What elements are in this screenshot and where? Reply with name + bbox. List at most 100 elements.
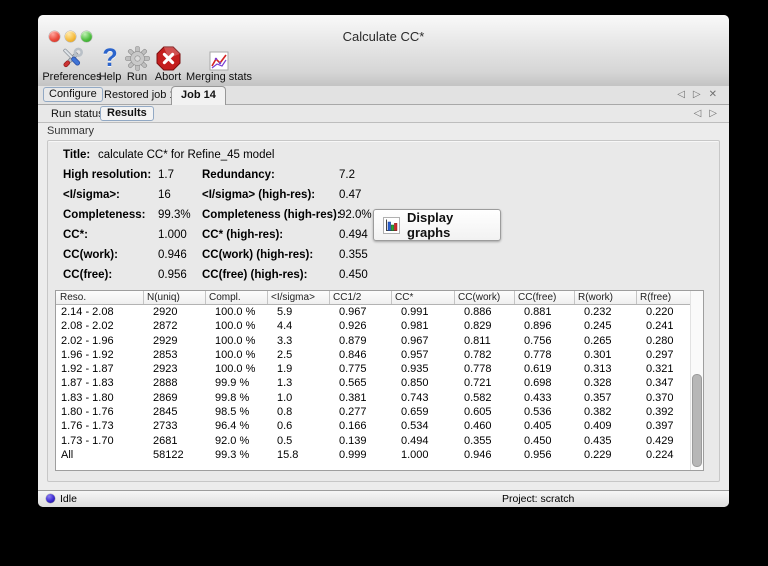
table-cell: 2845: [153, 406, 178, 419]
status-led-icon: [46, 494, 55, 503]
toolbar-item-merging-stats[interactable]: Merging stats: [184, 44, 254, 83]
table-cell: 2923: [153, 363, 178, 376]
tab-run-status[interactable]: Run status: [47, 108, 108, 121]
stat-label: CC(free):: [63, 269, 113, 281]
table-cell: 0.328: [584, 377, 612, 390]
table-cell: 0.382: [584, 406, 612, 419]
table-cell: 15.8: [277, 448, 299, 461]
subtab-scroll-right-icon[interactable]: ▷: [709, 108, 717, 120]
table-cell: 3.3: [277, 334, 293, 347]
table-cell: 0.297: [646, 348, 674, 361]
summary-stat-row: <I/sigma>: 16 <I/sigma> (high-res): 0.47: [48, 185, 719, 205]
table-cell: 1.83 - 1.80: [61, 391, 114, 404]
table-row[interactable]: 1.96 - 1.92 2853 100.0 % 2.5 0.846 0.957 0.782…: [56, 348, 691, 362]
tab-job-14[interactable]: Job 14: [171, 86, 226, 105]
column-header[interactable]: Reso.: [56, 291, 143, 304]
table-cell: 0.967: [401, 334, 429, 347]
table-cell: 0.370: [646, 391, 674, 404]
table-row[interactable]: 1.83 - 1.80 2869 99.8 % 1.0 0.381 0.743 0.582 0…: [56, 391, 691, 405]
column-header[interactable]: <I/sigma>: [267, 291, 329, 304]
column-header[interactable]: CC(free): [514, 291, 574, 304]
table-row[interactable]: All 58122 99.3 % 15.8 0.999 1.000 0.946 0.956 0.…: [56, 448, 691, 462]
subtab-nav-controls: ◁ ▷: [694, 108, 717, 120]
tab-close-icon[interactable]: ✕: [709, 89, 717, 101]
display-graphs-button[interactable]: Display graphs: [373, 209, 501, 241]
table-cell: 96.4 %: [215, 420, 250, 433]
table-row[interactable]: 1.80 - 1.76 2845 98.5 % 0.8 0.277 0.659 0.605 0…: [56, 405, 691, 419]
table-cell: 0.357: [584, 391, 612, 404]
table-cell: 1.87 - 1.83: [61, 377, 114, 390]
stat-label: Completeness:: [63, 209, 146, 221]
tab-configure[interactable]: Configure: [43, 87, 103, 102]
table-cell: 0.991: [401, 306, 429, 318]
table-cell: 0.536: [524, 406, 552, 419]
table-row[interactable]: 1.87 - 1.83 2888 99.9 % 1.3 0.565 0.850 0.721 0…: [56, 376, 691, 390]
column-header[interactable]: CC1/2: [329, 291, 391, 304]
table-cell: 0.698: [524, 377, 552, 390]
table-scrollbar[interactable]: [690, 291, 703, 470]
stat-value-high-res: 0.355: [339, 249, 368, 261]
stat-label: <I/sigma>:: [63, 189, 120, 201]
table-cell: 0.241: [646, 320, 674, 333]
table-row[interactable]: 1.76 - 1.73 2733 96.4 % 0.6 0.166 0.534 0.460 0…: [56, 419, 691, 433]
scrollbar-thumb[interactable]: [692, 374, 702, 467]
table-cell: 0.494: [401, 434, 429, 447]
table-cell: 2.5: [277, 348, 293, 361]
tab-scroll-left-icon[interactable]: ◁: [677, 89, 685, 101]
summary-panel: Title: calculate CC* for Refine_45 model…: [47, 140, 720, 482]
table-cell: 0.846: [339, 348, 367, 361]
table-cell: 0.280: [646, 334, 674, 347]
table-cell: 0.405: [524, 420, 552, 433]
table-row[interactable]: 2.02 - 1.96 2929 100.0 % 3.3 0.879 0.967 0.811…: [56, 334, 691, 348]
stat-value: 0.956: [158, 269, 187, 281]
table-cell: 0.957: [401, 348, 429, 361]
tab-scroll-right-icon[interactable]: ▷: [693, 89, 701, 101]
app-window: Calculate CC* Preferences ? Help Run Abo…: [38, 15, 729, 507]
tab-results[interactable]: Results: [100, 106, 154, 121]
table-cell: 0.232: [584, 306, 612, 318]
table-row[interactable]: 1.73 - 1.70 2681 92.0 % 0.5 0.139 0.494 0.355 0…: [56, 434, 691, 448]
stat-label-high-res: <I/sigma> (high-res):: [202, 189, 316, 201]
column-header[interactable]: R(work): [574, 291, 636, 304]
table-cell: 2.08 - 2.02: [61, 320, 114, 333]
table-cell: 2.02 - 1.96: [61, 334, 114, 347]
table-cell: 1.80 - 1.76: [61, 406, 114, 419]
display-graphs-label: Display graphs: [407, 210, 454, 240]
table-cell: 0.881: [524, 306, 552, 318]
column-header[interactable]: CC(work): [454, 291, 514, 304]
table-cell: 100.0 %: [215, 320, 256, 333]
subtab-scroll-left-icon[interactable]: ◁: [694, 108, 702, 120]
table-cell: 100.0 %: [215, 306, 256, 318]
column-header[interactable]: N(uniq): [143, 291, 205, 304]
table-cell: 2853: [153, 348, 178, 361]
table-cell: 0.220: [646, 306, 674, 318]
table-cell: 100.0 %: [215, 348, 256, 361]
table-cell: 0.139: [339, 434, 367, 447]
table-cell: 0.956: [524, 448, 552, 461]
table-cell: 0.245: [584, 320, 612, 333]
table-cell: 1.3: [277, 377, 293, 390]
table-cell: 0.6: [277, 420, 293, 433]
table-cell: 1.76 - 1.73: [61, 420, 114, 433]
stat-label-high-res: CC(free) (high-res):: [202, 269, 308, 281]
table-cell: 0.743: [401, 391, 429, 404]
tab-nav-controls: ◁ ▷ ✕: [677, 89, 717, 101]
table-cell: 2872: [153, 320, 178, 333]
table-cell: 0.534: [401, 420, 429, 433]
results-table: Reso. N(uniq) Compl. <I/sigma> CC1/2 CC* CC(wo…: [55, 290, 704, 471]
table-cell: 0.265: [584, 334, 612, 347]
table-cell: 0.355: [464, 434, 492, 447]
table-cell: All: [61, 448, 74, 461]
table-row[interactable]: 1.92 - 1.87 2923 100.0 % 1.9 0.775 0.935 0.778…: [56, 362, 691, 376]
table-row[interactable]: 2.14 - 2.08 2920 100.0 % 5.9 0.967 0.991 0.886…: [56, 305, 691, 319]
column-header[interactable]: Compl.: [205, 291, 267, 304]
stat-label: CC(work):: [63, 249, 118, 261]
result-tab-bar: Run status Results ◁ ▷: [38, 105, 729, 123]
column-header[interactable]: CC*: [391, 291, 454, 304]
table-cell: 0.397: [646, 420, 674, 433]
table-cell: 2920: [153, 306, 178, 318]
table-row[interactable]: 2.08 - 2.02 2872 100.0 % 4.4 0.926 0.981 0.829…: [56, 319, 691, 333]
column-header[interactable]: R(free): [636, 291, 691, 304]
table-cell: 99.8 %: [215, 391, 250, 404]
table-cell: 0.778: [464, 363, 492, 376]
